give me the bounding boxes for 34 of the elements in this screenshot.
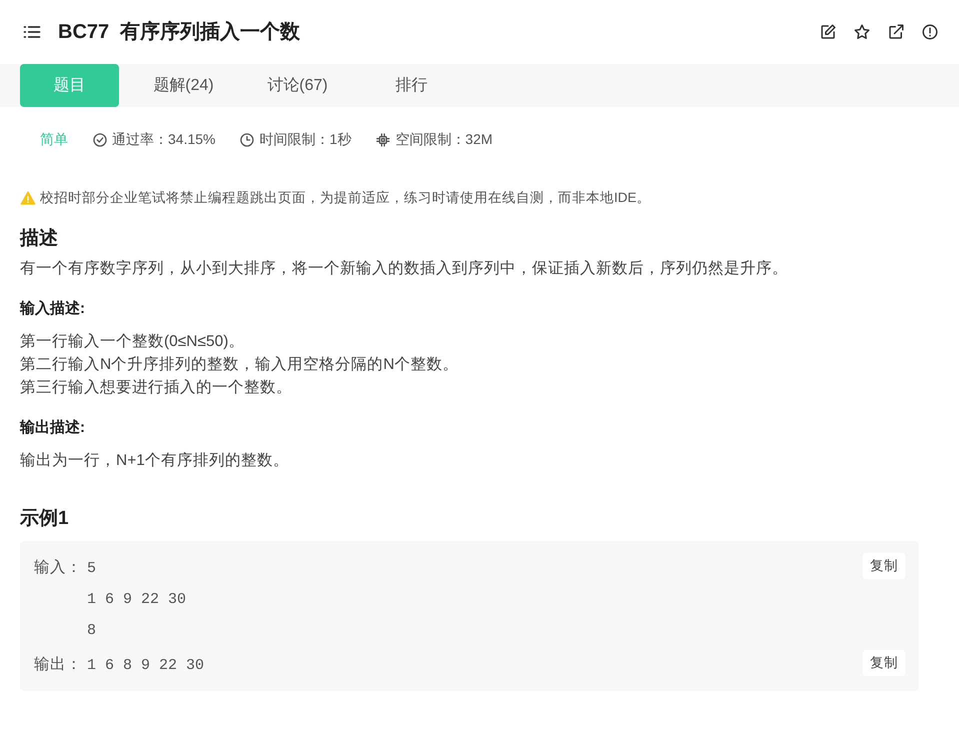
description-text: 第二行输入N个升序排列的整数，输入用空格分隔的N个整数。 xyxy=(20,355,460,376)
edit-icon[interactable] xyxy=(819,23,837,41)
chip-icon xyxy=(375,132,392,148)
warning-icon xyxy=(20,190,36,206)
io-label: 输入： xyxy=(34,558,83,578)
info-icon[interactable] xyxy=(921,23,939,41)
copy-button[interactable]: 复制 xyxy=(863,552,905,580)
section-heading: 描述 xyxy=(20,228,59,252)
section-heading: 输出描述: xyxy=(20,419,86,438)
code-line: 8 xyxy=(87,620,98,641)
description-text: 有一个有序数字序列，从小到大排序，将一个新输入的数插入到序列中，保证插入新数后，序列仍然是升序。 xyxy=(20,258,789,280)
example-heading: 示例1 xyxy=(20,508,70,531)
code-line: 5 xyxy=(87,558,98,579)
description-text: 第三行输入想要进行插入的一个整数。 xyxy=(20,378,293,398)
copy-button[interactable]: 复制 xyxy=(863,650,905,676)
star-icon[interactable] xyxy=(853,23,871,41)
section-heading: 输入描述: xyxy=(20,300,86,318)
io-label: 输出： xyxy=(34,654,83,675)
code-line: 1 6 8 9 22 30 xyxy=(87,656,206,676)
difficulty-label: 简单 xyxy=(40,130,68,149)
tab[interactable]: 讨论(67) xyxy=(248,64,347,107)
description-text: 第一行输入一个整数(0≤N≤50)。 xyxy=(20,332,246,352)
meta-text: 通过率：34.15% xyxy=(112,130,216,149)
meta-text: 时间限制：1秒 xyxy=(259,130,352,149)
meta-text: 空间限制：32M xyxy=(395,130,493,149)
tab[interactable]: 排行 xyxy=(362,64,461,107)
tab[interactable]: 题解(24) xyxy=(134,64,233,107)
description-text: 输出为一行，N+1个有序排列的整数。 xyxy=(20,451,290,472)
notice-text: 校招时部分企业笔试将禁止编程题跳出页面，为提前适应，练习时请使用在线自测，而非本地IDE。 xyxy=(40,189,651,207)
external-link-icon[interactable] xyxy=(887,23,905,41)
clock-icon xyxy=(239,132,256,148)
problem-title: BC77 有序序列插入一个数 xyxy=(58,20,300,44)
check-circle-icon xyxy=(92,132,108,148)
code-line: 1 6 9 22 30 xyxy=(87,590,188,610)
